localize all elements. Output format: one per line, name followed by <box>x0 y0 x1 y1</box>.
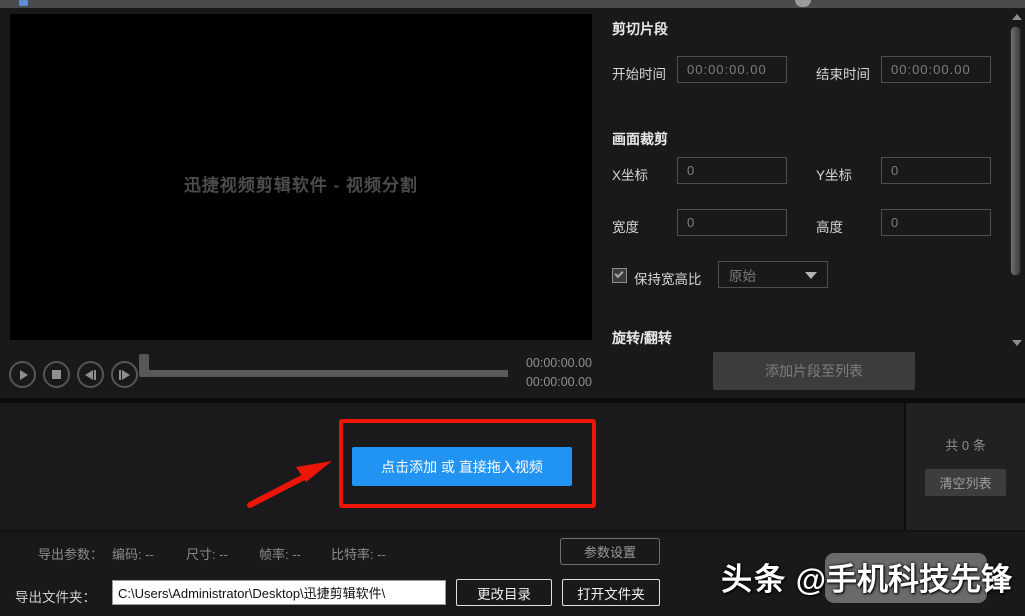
keep-aspect-checkbox[interactable] <box>612 268 627 283</box>
rotate-section-title: 旋转/翻转 <box>612 328 672 348</box>
crop-width-input[interactable] <box>677 209 787 236</box>
app-window: 迅捷视频剪辑软件 - 视频分割 00:00:00.00 00:00:00.00 … <box>0 0 1025 616</box>
framerate-value: 帧率: -- <box>259 544 301 563</box>
watermark-brand: 头条 <box>721 562 787 597</box>
step-backward-button[interactable] <box>77 361 104 388</box>
crop-width-label: 宽度 <box>612 216 639 236</box>
panel-scrollbar[interactable] <box>1008 8 1025 348</box>
add-video-button[interactable]: 点击添加 或 直接拖入视频 <box>352 447 572 486</box>
elapsed-time: 00:00:00.00 <box>500 356 592 370</box>
crop-y-label: Y坐标 <box>816 164 852 184</box>
open-folder-button[interactable]: 打开文件夹 <box>562 579 660 606</box>
step-backward-icon <box>85 370 93 380</box>
preview-watermark-text: 迅捷视频剪辑软件 - 视频分割 <box>184 171 418 196</box>
add-clip-to-list-button[interactable]: 添加片段至列表 <box>713 352 915 390</box>
crop-height-label: 高度 <box>816 216 843 236</box>
end-time-label: 结束时间 <box>816 63 870 83</box>
titlebar <box>0 0 1025 8</box>
export-folder-input[interactable] <box>112 580 446 605</box>
param-settings-button[interactable]: 参数设置 <box>560 538 660 565</box>
clip-list-side-panel: 共 0 条 清空列表 <box>906 403 1025 531</box>
step-forward-icon <box>122 370 130 380</box>
clear-list-button[interactable]: 清空列表 <box>925 469 1006 496</box>
bitrate-value: 比特率: -- <box>331 544 386 563</box>
scrollbar-thumb[interactable] <box>1010 26 1021 276</box>
play-button[interactable] <box>9 361 36 388</box>
keep-aspect-label: 保持宽高比 <box>634 268 702 288</box>
titlebar-button-fragment <box>795 0 811 7</box>
watermark-text: 头条 @手机科技先锋 <box>721 554 1012 599</box>
chevron-down-icon <box>805 272 817 279</box>
annotation-arrow-icon <box>238 448 338 510</box>
size-value: 尺寸: -- <box>186 544 228 563</box>
total-time: 00:00:00.00 <box>500 375 592 389</box>
watermark-handle: @手机科技先锋 <box>796 562 1012 597</box>
play-icon <box>20 370 28 380</box>
crop-y-input[interactable] <box>881 157 991 184</box>
change-directory-button[interactable]: 更改目录 <box>456 579 552 606</box>
stop-icon <box>52 370 61 379</box>
clip-edit-panel: 剪切片段 开始时间 结束时间 画面裁剪 X坐标 Y坐标 宽度 高度 保持宽高比 … <box>600 8 1010 348</box>
stop-button[interactable] <box>43 361 70 388</box>
export-params-label: 导出参数： <box>38 544 103 563</box>
scroll-down-icon[interactable] <box>1012 340 1022 346</box>
check-icon <box>614 269 623 278</box>
crop-x-label: X坐标 <box>612 164 648 184</box>
app-logo-icon <box>19 0 28 6</box>
start-time-input[interactable] <box>677 56 787 83</box>
encode-value: 编码: -- <box>112 544 154 563</box>
crop-x-input[interactable] <box>677 157 787 184</box>
step-forward-button[interactable] <box>111 361 138 388</box>
scroll-up-icon[interactable] <box>1012 14 1022 20</box>
seek-slider-track[interactable] <box>144 370 508 377</box>
end-time-input[interactable] <box>881 56 991 83</box>
vertical-divider <box>904 403 906 531</box>
aspect-ratio-select[interactable]: 原始 <box>718 261 828 288</box>
crop-height-input[interactable] <box>881 209 991 236</box>
start-time-label: 开始时间 <box>612 63 666 83</box>
crop-section-title: 画面裁剪 <box>612 129 668 149</box>
cut-section-title: 剪切片段 <box>612 19 668 39</box>
export-folder-label: 导出文件夹： <box>15 586 96 606</box>
clip-count-text: 共 0 条 <box>906 435 1025 454</box>
aspect-ratio-value: 原始 <box>729 265 756 285</box>
section-divider-bottom <box>0 530 1025 532</box>
video-preview: 迅捷视频剪辑软件 - 视频分割 <box>10 14 592 340</box>
